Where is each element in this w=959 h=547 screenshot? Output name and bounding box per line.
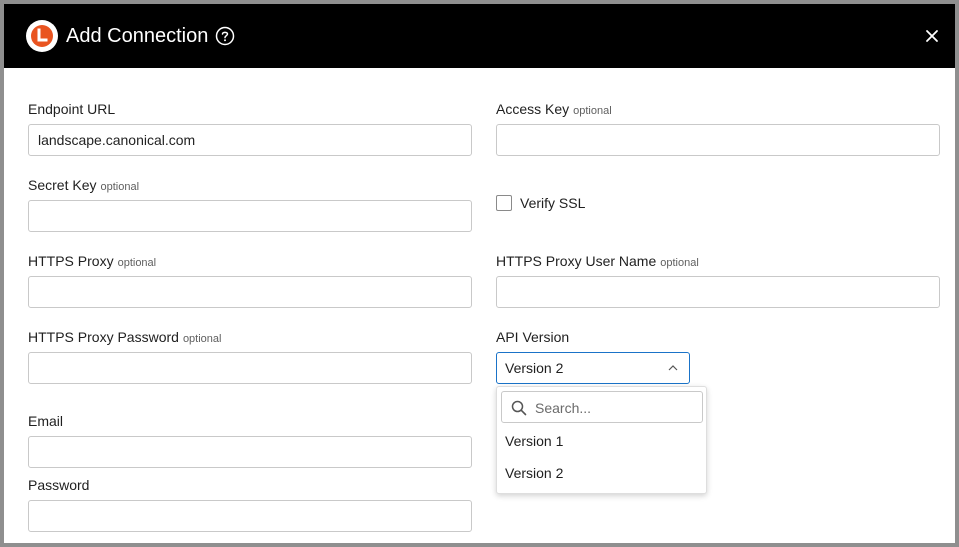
- search-placeholder: Search...: [535, 400, 592, 416]
- add-connection-dialog: Add Connection Endpoint URL landscape.ca…: [4, 4, 955, 543]
- email-label: Email: [28, 413, 64, 429]
- verify-ssl-label[interactable]: Verify SSL: [520, 194, 585, 212]
- dialog-title: Add Connection: [66, 25, 209, 47]
- password-field[interactable]: [28, 500, 472, 532]
- optional-tag: optional: [100, 181, 140, 193]
- dropdown-option-version-2[interactable]: Version 2: [497, 458, 706, 488]
- dropdown-search-input[interactable]: Search...: [501, 391, 703, 423]
- verify-ssl-checkbox[interactable]: [496, 195, 512, 211]
- optional-tag: optional: [182, 333, 222, 345]
- optional-tag: optional: [573, 105, 612, 117]
- access-key-label: Access Key optional: [496, 101, 612, 117]
- access-key-field[interactable]: [496, 124, 940, 156]
- close-icon[interactable]: [924, 28, 940, 44]
- help-circle-icon[interactable]: [215, 26, 235, 46]
- api-version-dropdown: Search... Version 1 Version 2: [496, 386, 707, 494]
- dialog-header: Add Connection: [4, 4, 955, 68]
- dropdown-option-version-1[interactable]: Version 1: [497, 426, 706, 456]
- api-version-label: API Version: [496, 329, 570, 345]
- https-proxy-user-label: HTTPS Proxy User Name optional: [496, 253, 699, 269]
- https-proxy-password-field[interactable]: [28, 352, 472, 384]
- chevron-up-icon: [668, 365, 678, 371]
- endpoint-url-label: Endpoint URL: [28, 101, 116, 117]
- https-proxy-password-label: HTTPS Proxy Password optional: [28, 329, 222, 345]
- https-proxy-field[interactable]: [28, 276, 472, 308]
- password-label: Password: [28, 477, 90, 493]
- secret-key-field[interactable]: [28, 200, 472, 232]
- https-proxy-user-field[interactable]: [496, 276, 940, 308]
- https-proxy-label: HTTPS Proxy optional: [28, 253, 157, 269]
- email-field[interactable]: [28, 436, 472, 468]
- api-version-select[interactable]: Version 2: [496, 352, 690, 384]
- secret-key-label: Secret Key optional: [28, 177, 140, 193]
- search-icon: [511, 400, 527, 416]
- landscape-logo-icon: [26, 20, 58, 52]
- api-version-selected-value: Version 2: [505, 360, 564, 376]
- endpoint-url-field[interactable]: landscape.canonical.com: [28, 124, 472, 156]
- optional-tag: optional: [660, 257, 699, 269]
- optional-tag: optional: [117, 257, 157, 269]
